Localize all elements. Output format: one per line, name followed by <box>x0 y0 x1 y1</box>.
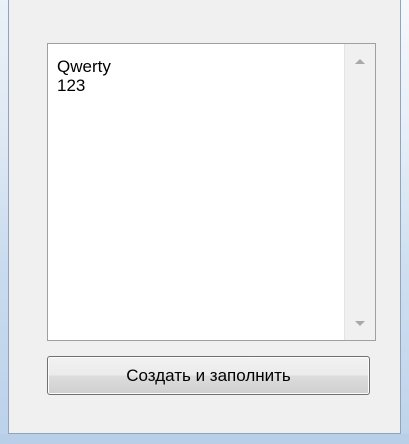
window-frame-left <box>0 0 8 444</box>
list-item[interactable]: 123 <box>57 76 341 95</box>
scroll-down-button[interactable] <box>345 308 375 338</box>
vertical-scrollbar[interactable] <box>344 44 375 340</box>
scroll-up-button[interactable] <box>345 46 375 76</box>
window-frame-bottom <box>0 434 409 444</box>
listbox-items: Qwerty 123 <box>57 57 341 95</box>
form-window: Qwerty 123 Создать и заполнить <box>8 0 401 434</box>
list-item[interactable]: Qwerty <box>57 57 341 76</box>
create-and-fill-button-label: Создать и заполнить <box>126 365 291 385</box>
create-and-fill-button[interactable]: Создать и заполнить <box>47 356 370 395</box>
window-frame-right <box>401 0 409 444</box>
scroll-up-arrow-icon <box>355 58 365 64</box>
items-listbox[interactable]: Qwerty 123 <box>47 43 376 341</box>
scroll-down-arrow-icon <box>355 320 365 326</box>
